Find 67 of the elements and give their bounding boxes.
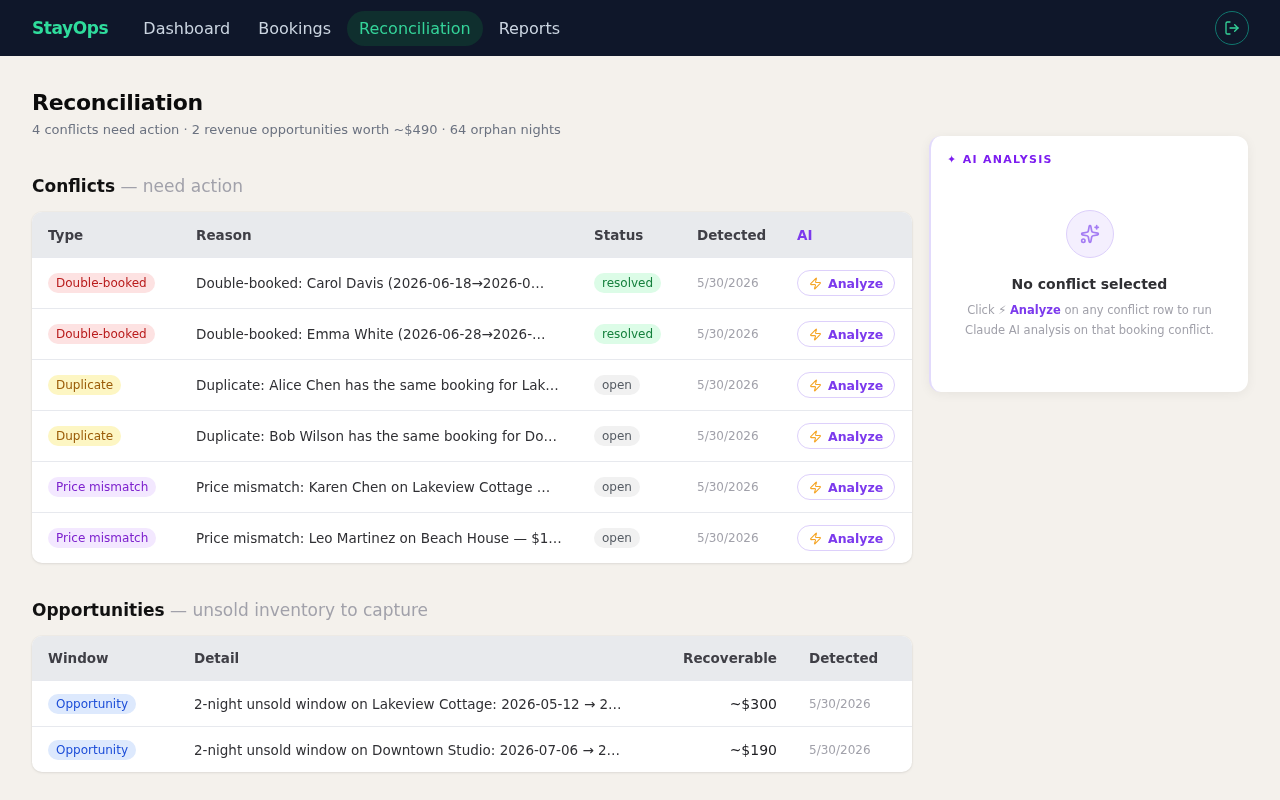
lightning-icon	[809, 531, 822, 545]
column-header: Recoverable	[683, 650, 777, 666]
detected-date: 5/30/2026	[697, 276, 759, 290]
column-header: Detail	[194, 650, 240, 666]
lightning-icon	[809, 378, 822, 392]
column-header: AI	[797, 226, 813, 243]
column-header: Detected	[809, 650, 879, 666]
nav-link[interactable]: Reports	[486, 10, 572, 46]
analyze-button[interactable]: Analyze	[797, 372, 896, 398]
nav-link[interactable]: Dashboard	[131, 10, 243, 46]
sparkles-icon	[1065, 210, 1114, 258]
detail-text: 2-night unsold window on Downtown Studio: 2026-07-06 → 2…	[194, 741, 621, 758]
reason-text: Price mismatch: Leo Martinez on Beach House — $1…	[196, 530, 562, 546]
type-tag: Price mismatch	[48, 528, 157, 548]
analyze-button[interactable]: Analyze	[797, 270, 896, 296]
type-tag: Duplicate	[48, 426, 122, 446]
detected-date: 5/30/2026	[697, 429, 759, 443]
detected-date: 5/30/2026	[809, 696, 871, 711]
column-header: Type	[48, 226, 84, 243]
column-header: Reason	[196, 226, 252, 243]
detected-date: 5/30/2026	[697, 531, 759, 545]
status-tag: resolved	[594, 273, 662, 293]
lightning-icon	[809, 276, 822, 290]
analyze-button[interactable]: Analyze	[797, 321, 896, 347]
analyze-button[interactable]: Analyze	[797, 423, 896, 449]
nav-link[interactable]: Reconciliation	[347, 10, 483, 46]
type-tag: Double-booked	[48, 273, 155, 293]
detected-date: 5/30/2026	[697, 378, 759, 392]
nav-link[interactable]: Bookings	[246, 10, 344, 46]
lightning-icon	[809, 327, 822, 341]
status-tag: open	[594, 426, 640, 446]
status-tag: open	[594, 477, 640, 497]
logout-icon	[1224, 20, 1240, 36]
status-tag: open	[594, 375, 640, 395]
reason-text: Double-booked: Carol Davis (2026-06-18→2026-0…	[196, 275, 545, 291]
page-subtitle: 4 conflicts need action · 2 revenue opportunities worth ~$490 · 64 orphan nights	[32, 121, 562, 139]
type-tag: Double-booked	[48, 324, 155, 344]
status-tag: open	[594, 528, 640, 548]
type-tag: Duplicate	[48, 375, 122, 395]
column-header: Detected	[697, 226, 767, 243]
recoverable-amount: ~$190	[729, 741, 777, 758]
analyze-button[interactable]: Analyze	[797, 525, 896, 551]
reason-text: Duplicate: Alice Chen has the same booking for Lak…	[196, 377, 559, 393]
detected-date: 5/30/2026	[697, 480, 759, 494]
window-tag: Opportunity	[48, 739, 136, 760]
window-tag: Opportunity	[48, 693, 136, 714]
reason-text: Price mismatch: Karen Chen on Lakeview Cottage …	[196, 479, 551, 495]
lightning-icon	[809, 480, 822, 494]
recoverable-amount: ~$300	[729, 695, 777, 712]
empty-state-hint: Click ⚡ Analyze on any conflict row to run Claude AI analysis on that booking conflict.	[964, 302, 1215, 339]
page-title: Reconciliation	[32, 89, 204, 117]
section-heading: Opportunities — unsold inventory to capture	[32, 599, 429, 622]
reason-text: Duplicate: Bob Wilson has the same booking for Do…	[196, 428, 557, 444]
detected-date: 5/30/2026	[809, 742, 871, 757]
panel-label: ✦ AI ANALYSIS	[947, 153, 1053, 166]
reason-text: Double-booked: Emma White (2026-06-28→2026-…	[196, 326, 546, 342]
column-header: Window	[48, 650, 109, 666]
empty-state-title: No conflict selected	[1011, 276, 1168, 292]
detail-text: 2-night unsold window on Lakeview Cottage: 2026-05-12 → 2…	[194, 695, 622, 712]
type-tag: Price mismatch	[48, 477, 157, 497]
brand-name: StayOps	[32, 18, 109, 38]
lightning-icon	[809, 429, 822, 443]
analyze-button[interactable]: Analyze	[797, 474, 896, 500]
column-header: Status	[594, 226, 644, 243]
detected-date: 5/30/2026	[697, 327, 759, 341]
status-tag: resolved	[594, 324, 662, 344]
section-heading: Conflicts — need action	[32, 175, 245, 198]
